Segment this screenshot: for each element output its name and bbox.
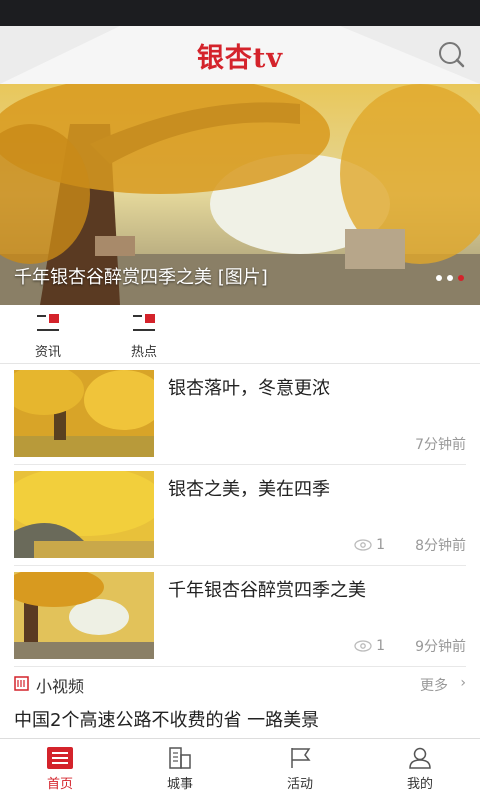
news-title: 千年银杏谷醉赏四季之美 — [168, 580, 366, 601]
news-time: 9分钟前 — [415, 639, 466, 655]
news-time: 7分钟前 — [415, 437, 466, 453]
view-count: 1 — [354, 537, 385, 553]
tab-profile[interactable]: 我的 — [360, 747, 480, 792]
news-item[interactable]: 千年银杏谷醉赏四季之美 1 9分钟前 — [14, 566, 466, 667]
tab-label: 活动 — [286, 777, 313, 792]
tab-city[interactable]: 城事 — [120, 747, 240, 792]
chevron-right-icon[interactable]: › — [460, 675, 466, 691]
category-news[interactable]: 资讯 — [26, 313, 70, 360]
view-count: 1 — [354, 638, 385, 654]
view-count-value: 1 — [376, 537, 386, 553]
carousel-dot — [436, 275, 442, 281]
eye-icon — [354, 539, 372, 551]
more-link[interactable]: 更多 — [420, 675, 448, 695]
app-header: 银杏tv — [0, 26, 480, 84]
app-logo: 银杏tv — [196, 43, 284, 74]
flag-icon — [291, 748, 311, 768]
category-bar: 资讯 热点 — [0, 305, 480, 364]
video-icon — [14, 676, 29, 691]
home-icon — [47, 747, 73, 769]
status-bar — [0, 0, 480, 26]
news-icon — [37, 314, 59, 331]
category-label: 热点 — [130, 345, 157, 360]
search-icon[interactable] — [436, 40, 466, 70]
news-thumbnail — [14, 471, 154, 558]
news-item[interactable]: 银杏落叶，冬意更浓 7分钟前 — [14, 364, 466, 465]
video-title[interactable]: 中国2个高速公路不收费的省 一路美景 — [14, 706, 319, 732]
tab-label: 首页 — [46, 777, 73, 792]
tab-home[interactable]: 首页 — [0, 747, 120, 792]
user-icon — [409, 747, 431, 769]
category-hot[interactable]: 热点 — [122, 313, 166, 360]
tab-label: 我的 — [406, 777, 433, 792]
news-thumbnail — [14, 572, 154, 659]
short-video-section-header: 小视频 更多 › — [14, 673, 466, 697]
carousel-dot — [447, 275, 453, 281]
bottom-tab-bar: 首页 城事 活动 我的 — [0, 738, 480, 800]
section-title: 小视频 — [36, 677, 85, 696]
hot-icon — [133, 314, 155, 331]
carousel-indicator — [436, 275, 464, 281]
category-label: 资讯 — [34, 345, 61, 360]
news-meta: 7分钟前 — [415, 434, 466, 454]
banner-carousel[interactable]: 千年银杏谷醉赏四季之美 [图片] — [0, 84, 480, 305]
city-icon — [169, 747, 191, 769]
news-thumbnail — [14, 370, 154, 457]
eye-icon — [354, 640, 372, 652]
news-meta: 1 9分钟前 — [354, 636, 466, 656]
news-time: 8分钟前 — [415, 538, 466, 554]
carousel-dot-active — [458, 275, 464, 281]
view-count-value: 1 — [376, 638, 386, 654]
news-meta: 1 8分钟前 — [354, 535, 466, 555]
tab-activity[interactable]: 活动 — [240, 747, 360, 792]
tab-label: 城事 — [166, 777, 193, 792]
news-title: 银杏之美，美在四季 — [168, 479, 330, 500]
news-item[interactable]: 银杏之美，美在四季 1 8分钟前 — [14, 465, 466, 566]
news-title: 银杏落叶，冬意更浓 — [168, 378, 330, 399]
banner-caption[interactable]: 千年银杏谷醉赏四季之美 [图片] — [14, 263, 268, 289]
